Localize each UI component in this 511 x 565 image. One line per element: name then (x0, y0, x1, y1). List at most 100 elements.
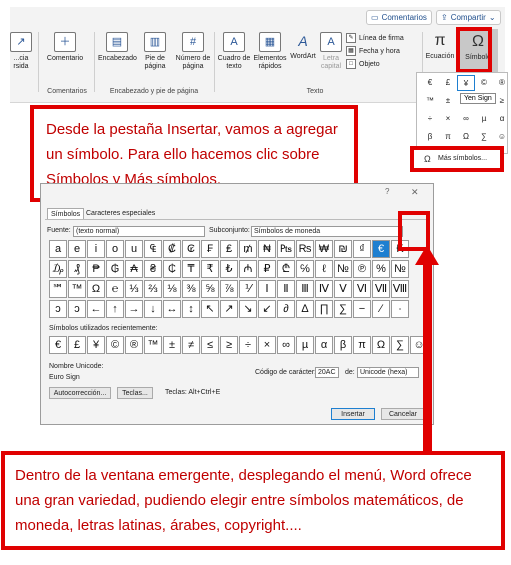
symbol-cell[interactable]: € (372, 240, 390, 258)
recent-symbol-cell[interactable]: ± (163, 336, 181, 354)
symbol-cell[interactable]: ↘ (239, 300, 257, 318)
pie-pagina-button[interactable]: ▥ Pie de página (138, 32, 172, 71)
symbol-cell[interactable]: ₽ (258, 260, 276, 278)
symbol-cell[interactable]: ₣ (201, 240, 219, 258)
symbol-cell[interactable]: ℗ (353, 260, 371, 278)
symbol-option[interactable]: ∞ (457, 111, 475, 127)
symbol-option[interactable]: α (493, 111, 511, 127)
symbol-cell[interactable]: ₥ (239, 240, 257, 258)
insert-button[interactable]: Insertar (331, 408, 375, 420)
recent-symbol-cell[interactable]: × (258, 336, 276, 354)
symbol-option[interactable]: µ (475, 111, 493, 127)
symbol-cell[interactable]: Ⅶ (372, 280, 390, 298)
recent-symbol-cell[interactable]: α (315, 336, 333, 354)
symbol-cell[interactable]: ⅜ (182, 280, 200, 298)
symbol-cell[interactable]: i (87, 240, 105, 258)
symbol-option[interactable]: Ω (457, 129, 475, 145)
symbol-cell[interactable]: ₯ (49, 260, 67, 278)
symbol-cell[interactable]: → (125, 300, 143, 318)
symbol-cell[interactable]: ₺ (220, 260, 238, 278)
symbol-cell[interactable]: ₧ (277, 240, 295, 258)
symbol-option[interactable]: β (421, 129, 439, 145)
symbol-cell[interactable]: ↓ (144, 300, 162, 318)
recent-symbol-cell[interactable]: ≤ (201, 336, 219, 354)
symbol-cell[interactable]: ⅞ (220, 280, 238, 298)
symbol-option[interactable]: ÷ (421, 111, 439, 127)
recent-symbol-cell[interactable]: € (49, 336, 67, 354)
symbol-cell[interactable]: ₱ (87, 260, 105, 278)
recent-symbol-cell[interactable]: β (334, 336, 352, 354)
symbol-cell[interactable]: ₼ (239, 260, 257, 278)
symbol-cell[interactable]: ↖ (201, 300, 219, 318)
symbol-cell[interactable]: Ⅰ (258, 280, 276, 298)
symbol-cell[interactable]: Ⅵ (353, 280, 371, 298)
recent-symbol-cell[interactable]: ∑ (391, 336, 409, 354)
symbol-cell[interactable]: o (106, 240, 124, 258)
symbol-cell[interactable]: ℮ (106, 280, 124, 298)
recent-symbol-cell[interactable]: ¥ (87, 336, 105, 354)
symbol-cell[interactable]: − (353, 300, 371, 318)
symbol-cell[interactable]: ⅟ (239, 280, 257, 298)
recent-symbol-cell[interactable]: ≥ (220, 336, 238, 354)
recent-symbol-cell[interactable]: © (106, 336, 124, 354)
symbol-cell[interactable]: ↄ (68, 300, 86, 318)
recent-symbol-cell[interactable]: ™ (144, 336, 162, 354)
linea-firma-button[interactable]: ✎ Línea de firma (346, 33, 404, 43)
help-icon[interactable]: ? (385, 187, 389, 196)
symbol-option[interactable]: ® (493, 75, 511, 91)
symbol-cell[interactable]: % (372, 260, 390, 278)
autocorreccion-button[interactable]: Autocorrección... (49, 387, 111, 399)
symbol-option[interactable]: π (439, 129, 457, 145)
symbol-cell[interactable]: Ⅴ (334, 280, 352, 298)
symbol-cell[interactable]: ⅔ (144, 280, 162, 298)
symbol-cell[interactable]: ₳ (125, 260, 143, 278)
symbol-cell[interactable]: ⅝ (201, 280, 219, 298)
symbol-cell[interactable]: № (334, 260, 352, 278)
symbol-cell[interactable]: ₤ (220, 240, 238, 258)
symbol-cell[interactable]: ⅓ (125, 280, 143, 298)
comentarios-button[interactable]: ▭ Comentarios (366, 10, 432, 25)
cuadro-texto-button[interactable]: A Cuadro de texto (216, 32, 252, 71)
symbol-cell[interactable]: Ⅱ (277, 280, 295, 298)
symbol-cell[interactable]: ₨ (296, 240, 314, 258)
symbol-cell[interactable]: ₠ (144, 240, 162, 258)
symbol-cell[interactable]: u (125, 240, 143, 258)
symbol-cell[interactable]: ₦ (258, 240, 276, 258)
symbol-cell[interactable]: ∆ (296, 300, 314, 318)
teclas-button[interactable]: Teclas... (117, 387, 153, 399)
symbol-cell[interactable]: ↔ (163, 300, 181, 318)
symbol-option[interactable]: € (421, 75, 439, 91)
recent-symbol-cell[interactable]: ≠ (182, 336, 200, 354)
wordart-button[interactable]: A WordArt (288, 32, 318, 61)
symbol-option[interactable]: ☺ (493, 129, 511, 145)
tab-caracteres-especiales[interactable]: Caracteres especiales (83, 208, 158, 219)
symbol-cell[interactable]: Ⅲ (296, 280, 314, 298)
cancel-button[interactable]: Cancelar (381, 408, 425, 420)
symbol-cell[interactable]: ₲ (106, 260, 124, 278)
symbol-cell[interactable]: ↗ (220, 300, 238, 318)
symbol-cell[interactable]: a (49, 240, 67, 258)
symbol-cell[interactable]: Ⅳ (315, 280, 333, 298)
mas-simbolos-button[interactable]: Ω Más símbolos... (410, 146, 504, 172)
recent-symbol-cell[interactable]: π (353, 336, 371, 354)
symbol-cell[interactable]: ™ (68, 280, 86, 298)
char-code-input[interactable]: 20AC (315, 367, 339, 378)
symbol-cell[interactable]: e (68, 240, 86, 258)
symbol-cell[interactable]: ↄ (49, 300, 67, 318)
symbol-cell[interactable]: ₡ (163, 240, 181, 258)
symbol-cell[interactable]: ∂ (277, 300, 295, 318)
symbol-cell[interactable]: ∕ (372, 300, 390, 318)
encabezado-button[interactable]: ▤ Encabezado (98, 32, 137, 63)
symbol-cell[interactable]: ₹ (201, 260, 219, 278)
symbol-cell[interactable]: ∑ (334, 300, 352, 318)
symbol-cell[interactable]: ℠ (49, 280, 67, 298)
elementos-rapidos-button[interactable]: ▦ Elementos rápidos (252, 32, 288, 71)
symbol-cell[interactable]: ∏ (315, 300, 333, 318)
objeto-button[interactable]: □ Objeto (346, 59, 380, 69)
symbol-cell[interactable]: ₴ (144, 260, 162, 278)
symbol-cell[interactable]: Ⅷ (391, 280, 409, 298)
symbol-option[interactable]: £ (439, 75, 457, 91)
symbol-option[interactable]: © (475, 75, 493, 91)
recent-symbol-cell[interactable]: ∞ (277, 336, 295, 354)
recent-symbol-cell[interactable]: ÷ (239, 336, 257, 354)
